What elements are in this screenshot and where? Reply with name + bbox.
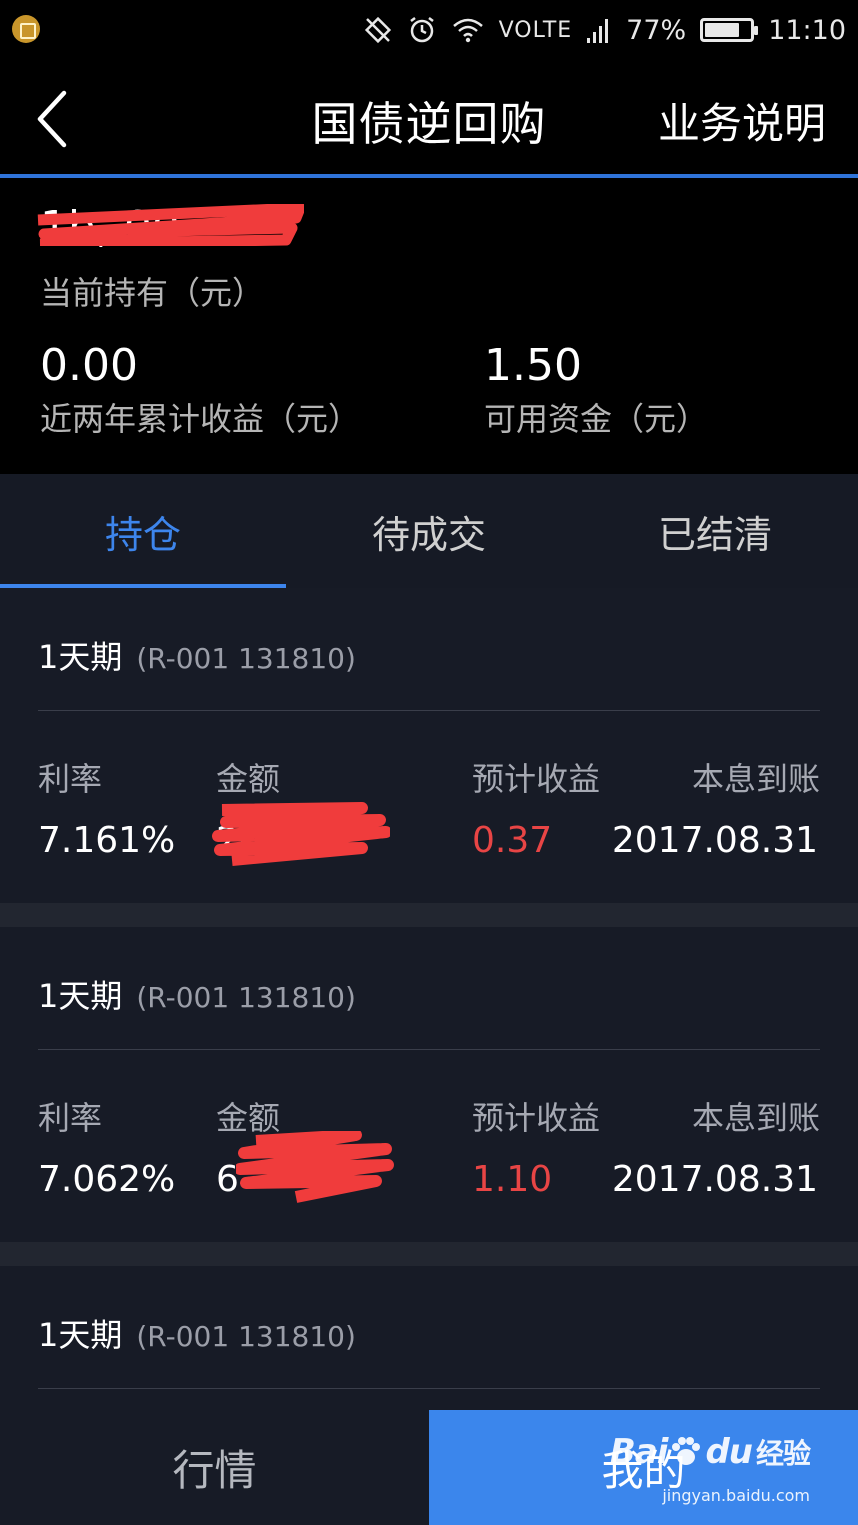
bond-code: (R-001 131810) (136, 642, 356, 675)
position-list[interactable]: 1天期 (R-001 131810) 利率 金额 预计收益 本息到账 7.161… (0, 588, 858, 1410)
payout-date-value: 2017.08.31 (611, 1159, 818, 1200)
payout-date-label: 本息到账 (691, 760, 820, 798)
paw-logo-icon (672, 1437, 701, 1465)
position-card[interactable]: 1天期 (R-001 131810) 利率 金额 预计收益 本息到账 7.062… (0, 927, 858, 1242)
status-bar: VOLTE 77% 11:10 (0, 0, 858, 62)
redaction-scribble (37, 204, 304, 246)
battery-icon (700, 18, 759, 42)
holding-label: 当前持有（元） (40, 274, 265, 312)
baidu-watermark: Bai du 经验 (609, 1432, 811, 1472)
app-header: 国债逆回购 业务说明 (0, 62, 858, 175)
amount-label: 金额 (216, 760, 281, 798)
tab-pending[interactable]: 待成交 (286, 474, 572, 588)
battery-fill (705, 23, 740, 37)
earnings-value: 0.00 (40, 340, 138, 391)
card-divider (38, 1388, 820, 1389)
term-label: 1天期 (38, 1316, 123, 1354)
watermark-url: jingyan.baidu.com (662, 1486, 810, 1505)
wifi-icon (452, 18, 483, 43)
term-label: 1天期 (38, 638, 123, 676)
nav-market[interactable]: 行情 (0, 1410, 429, 1525)
position-card[interactable]: 1天期 (R-001 131810) 利率 金额 预计收益 本息到账 7.161… (0, 588, 858, 903)
bond-code: (R-001 131810) (136, 981, 356, 1014)
bottom-navigation: 行情 我的 Bai du 经验 jingyan.baidu.com (0, 1410, 858, 1525)
card-divider (38, 1049, 820, 1050)
card-divider (38, 710, 820, 711)
payout-date-label: 本息到账 (691, 1099, 820, 1137)
rate-label: 利率 (38, 1099, 103, 1137)
card-title: 1天期 (R-001 131810) (38, 971, 356, 1017)
earnings-label: 近两年累计收益（元） (40, 400, 361, 438)
position-card[interactable]: 1天期 (R-001 131810) (0, 1266, 858, 1410)
funds-value: 1.50 (484, 340, 582, 391)
redaction-scribble (212, 802, 390, 866)
term-label: 1天期 (38, 977, 123, 1015)
data-rotate-icon (364, 16, 391, 44)
watermark-jingyan: 经验 (755, 1437, 811, 1470)
expected-return-label: 预计收益 (472, 1099, 601, 1137)
card-title: 1天期 (R-001 131810) (38, 632, 356, 678)
expected-return-value: 1.10 (472, 1159, 553, 1200)
rate-value: 7.062% (38, 1159, 176, 1200)
payout-date-value: 2017.08.31 (611, 820, 818, 861)
rate-label: 利率 (38, 760, 103, 798)
network-type: VOLTE (498, 17, 573, 43)
watermark-bai: Bai (609, 1432, 669, 1472)
rate-value: 7.161% (38, 820, 176, 861)
watermark-du: du (705, 1432, 753, 1472)
status-icons: VOLTE 77% 11:10 (363, 10, 846, 50)
alarm-icon (409, 17, 434, 43)
notification-app-icon (12, 15, 40, 43)
account-summary: 1b,.00 当前持有（元） 0.00 近两年累计收益（元） 1.50 可用资金… (0, 178, 858, 474)
expected-return-label: 预计收益 (472, 760, 601, 798)
nav-market-label: 行情 (172, 1446, 257, 1495)
battery-percent: 77% (626, 14, 687, 46)
business-description-link[interactable]: 业务说明 (658, 90, 826, 151)
nav-mine[interactable]: 我的 Bai du 经验 jingyan.baidu.com (429, 1410, 858, 1525)
expected-return-value: 0.37 (472, 820, 553, 861)
funds-label: 可用资金（元） (484, 400, 709, 438)
tab-settled[interactable]: 已结清 (572, 474, 858, 588)
tab-bar: 持仓 待成交 已结清 (0, 474, 858, 588)
tab-holdings[interactable]: 持仓 (0, 474, 286, 588)
clock: 11:10 (768, 14, 846, 46)
bond-code: (R-001 131810) (136, 1320, 356, 1353)
signal-icon (587, 19, 609, 43)
redaction-scribble (236, 1131, 394, 1203)
card-title: 1天期 (R-001 131810) (38, 1310, 356, 1356)
